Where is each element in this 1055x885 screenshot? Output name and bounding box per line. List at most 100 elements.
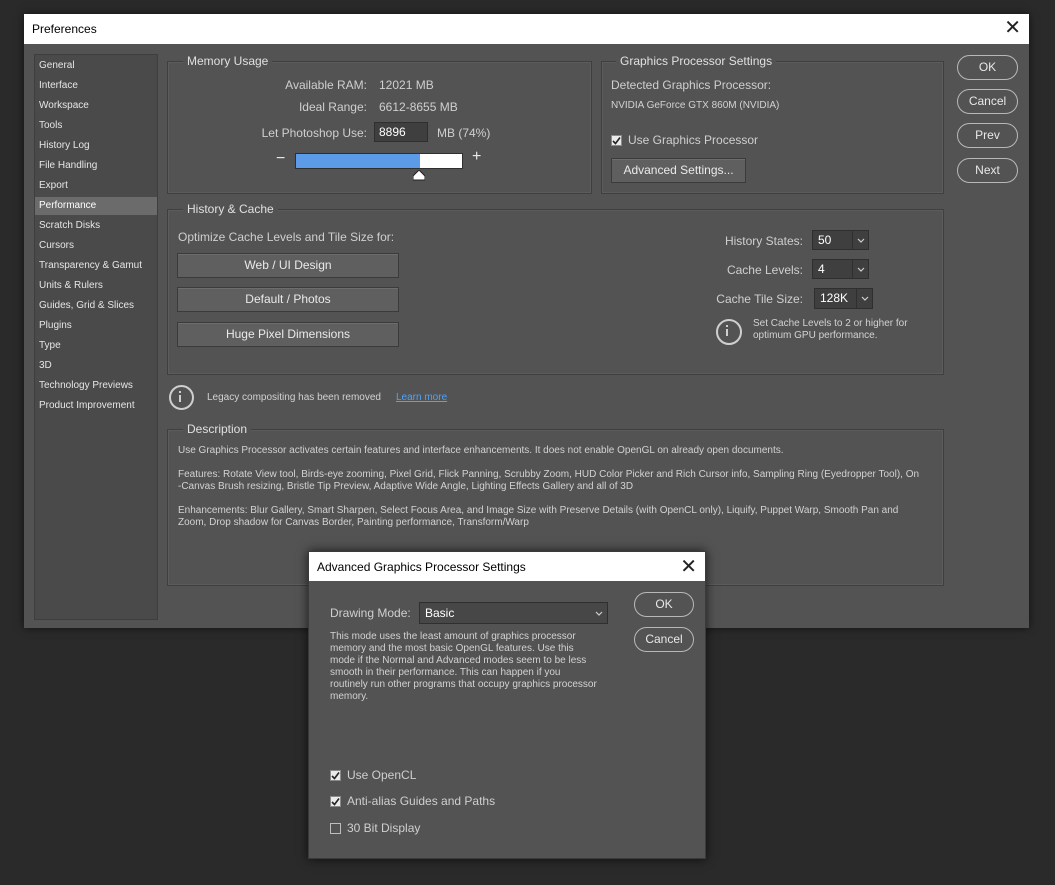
info-icon xyxy=(169,385,194,410)
gpu-settings-group: Graphics Processor Settings Detected Gra… xyxy=(601,54,944,194)
sidebar-item-guides-grid-slices[interactable]: Guides, Grid & Slices xyxy=(35,297,157,315)
ok-button[interactable]: OK xyxy=(957,55,1018,80)
description-paragraph-1: Use Graphics Processor activates certain… xyxy=(178,445,784,456)
detected-gpu-label: Detected Graphics Processor: xyxy=(611,78,772,92)
memory-percent-label: MB (74%) xyxy=(437,126,491,140)
memory-slider-track[interactable] xyxy=(295,153,463,169)
history-cache-title: History & Cache xyxy=(183,202,278,216)
prev-button[interactable]: Prev xyxy=(957,123,1018,148)
available-ram-value: 12021 MB xyxy=(379,78,434,92)
sidebar-item-tools[interactable]: Tools xyxy=(35,117,157,135)
cache-levels-select[interactable]: 4 xyxy=(812,259,869,279)
advanced-settings-button[interactable]: Advanced Settings... xyxy=(611,158,746,183)
memory-increase-button[interactable]: + xyxy=(472,148,481,166)
sidebar-item-interface[interactable]: Interface xyxy=(35,77,157,95)
cache-info-line1: Set Cache Levels to 2 or higher for xyxy=(753,318,908,329)
sidebar-item-cursors[interactable]: Cursors xyxy=(35,237,157,255)
legacy-compositing-text: Legacy compositing has been removed xyxy=(207,392,381,403)
memory-input[interactable]: 8896 xyxy=(374,122,428,142)
opencl-checkbox[interactable] xyxy=(330,770,341,781)
chevron-down-icon xyxy=(852,231,868,249)
huge-pixel-dimensions-button[interactable]: Huge Pixel Dimensions xyxy=(177,322,399,347)
sidebar-item-general[interactable]: General xyxy=(35,57,157,75)
close-icon[interactable]: ✕ xyxy=(680,554,697,579)
web-ui-design-button[interactable]: Web / UI Design xyxy=(177,253,399,278)
description-title: Description xyxy=(183,422,252,436)
checkmark-icon xyxy=(331,798,340,806)
available-ram-label: Available RAM: xyxy=(285,78,367,92)
checkmark-icon xyxy=(612,137,621,145)
sidebar-item-workspace[interactable]: Workspace xyxy=(35,97,157,115)
sidebar-item-history-log[interactable]: History Log xyxy=(35,137,157,155)
cache-levels-value: 4 xyxy=(818,262,825,276)
cache-tile-size-select[interactable]: 128K xyxy=(814,288,873,309)
drawing-mode-label: Drawing Mode: xyxy=(330,606,411,620)
drawing-mode-description-line: routinely run other programs that occupy… xyxy=(330,679,597,690)
sidebar-item-technology-previews[interactable]: Technology Previews xyxy=(35,377,157,395)
dialog-titlebar: Advanced Graphics Processor Settings ✕ xyxy=(309,552,705,581)
cancel-button[interactable]: Cancel xyxy=(957,89,1018,114)
sidebar-item-export[interactable]: Export xyxy=(35,177,157,195)
sidebar-item-product-improvement[interactable]: Product Improvement xyxy=(35,397,157,415)
sidebar-item-scratch-disks[interactable]: Scratch Disks xyxy=(35,217,157,235)
chevron-down-icon xyxy=(852,260,868,278)
checkmark-icon xyxy=(331,772,340,780)
sidebar-item-3d[interactable]: 3D xyxy=(35,357,157,375)
drawing-mode-value: Basic xyxy=(425,606,455,620)
cache-tile-size-label: Cache Tile Size: xyxy=(716,292,803,306)
sidebar-item-units-rulers[interactable]: Units & Rulers xyxy=(35,277,157,295)
30-bit-display-label: 30 Bit Display xyxy=(347,821,421,835)
antialias-checkbox[interactable] xyxy=(330,796,341,807)
advanced-gpu-dialog: Advanced Graphics Processor Settings ✕ D… xyxy=(308,551,706,859)
gpu-settings-title: Graphics Processor Settings xyxy=(616,54,777,68)
cache-info-line2: optimum GPU performance. xyxy=(753,330,878,341)
preferences-window: Preferences ✕ General Interface Workspace T… xyxy=(24,14,1029,628)
use-gpu-checkbox[interactable] xyxy=(611,135,622,146)
30-bit-display-checkbox[interactable] xyxy=(330,823,341,834)
sidebar-item-type[interactable]: Type xyxy=(35,337,157,355)
cache-levels-label: Cache Levels: xyxy=(726,263,803,277)
description-features-line-1: Features: Rotate View tool, Birds-eye zo… xyxy=(178,469,920,480)
ideal-range-value: 6612-8655 MB xyxy=(379,100,458,114)
description-enhancements-line-2: Zoom, Drop shadow for Canvas Border, Pai… xyxy=(178,517,529,528)
antialias-label: Anti-alias Guides and Paths xyxy=(347,794,496,808)
chevron-down-icon xyxy=(591,603,607,623)
description-enhancements-line-1: Enhancements: Blur Gallery, Smart Sharpe… xyxy=(178,505,899,516)
drawing-mode-description-line: This mode uses the least amount of graph… xyxy=(330,631,576,642)
learn-more-link[interactable]: Learn more xyxy=(396,392,447,403)
dialog-title: Advanced Graphics Processor Settings xyxy=(317,560,526,574)
history-states-select[interactable]: 50 xyxy=(812,230,869,250)
drawing-mode-description-line: smooth in their performance. This can ha… xyxy=(330,667,561,678)
memory-decrease-button[interactable]: − xyxy=(276,150,285,168)
memory-slider-fill xyxy=(296,154,420,168)
use-gpu-label: Use Graphics Processor xyxy=(628,133,759,147)
ideal-range-label: Ideal Range: xyxy=(298,100,367,114)
dialog-cancel-button[interactable]: Cancel xyxy=(634,627,694,652)
dialog-ok-button[interactable]: OK xyxy=(634,592,694,617)
drawing-mode-description-line: memory. xyxy=(330,691,369,702)
close-icon[interactable]: ✕ xyxy=(1004,17,1021,39)
memory-slider-thumb[interactable] xyxy=(413,170,425,181)
optimize-cache-label: Optimize Cache Levels and Tile Size for: xyxy=(178,230,395,244)
default-photos-button[interactable]: Default / Photos xyxy=(177,287,399,312)
memory-usage-title: Memory Usage xyxy=(183,54,273,68)
memory-usage-group: Memory Usage Available RAM: 12021 MB Ide… xyxy=(167,54,592,194)
let-photoshop-use-label: Let Photoshop Use: xyxy=(261,126,367,140)
next-button[interactable]: Next xyxy=(957,158,1018,183)
info-icon xyxy=(716,319,742,345)
sidebar-item-performance[interactable]: Performance xyxy=(35,197,157,215)
preferences-title: Preferences xyxy=(32,22,97,36)
drawing-mode-select[interactable]: Basic xyxy=(419,602,608,624)
detected-gpu-value: NVIDIA GeForce GTX 860M (NVIDIA) xyxy=(611,100,780,111)
drawing-mode-description-line: mode if the Normal and Advanced modes se… xyxy=(330,655,587,666)
history-states-label: History States: xyxy=(724,234,803,248)
sidebar-item-file-handling[interactable]: File Handling xyxy=(35,157,157,175)
preferences-sidebar: General Interface Workspace Tools History Lo… xyxy=(34,54,158,620)
sidebar-item-plugins[interactable]: Plugins xyxy=(35,317,157,335)
cache-tile-size-value: 128K xyxy=(820,291,849,305)
sidebar-item-transparency-gamut[interactable]: Transparency & Gamut xyxy=(35,257,157,275)
chevron-down-icon xyxy=(856,289,872,308)
history-cache-group: History & Cache Optimize Cache Levels an… xyxy=(167,202,944,375)
drawing-mode-description-line: memory and the most basic OpenGL feature… xyxy=(330,643,574,654)
preferences-titlebar: Preferences ✕ xyxy=(24,14,1029,44)
